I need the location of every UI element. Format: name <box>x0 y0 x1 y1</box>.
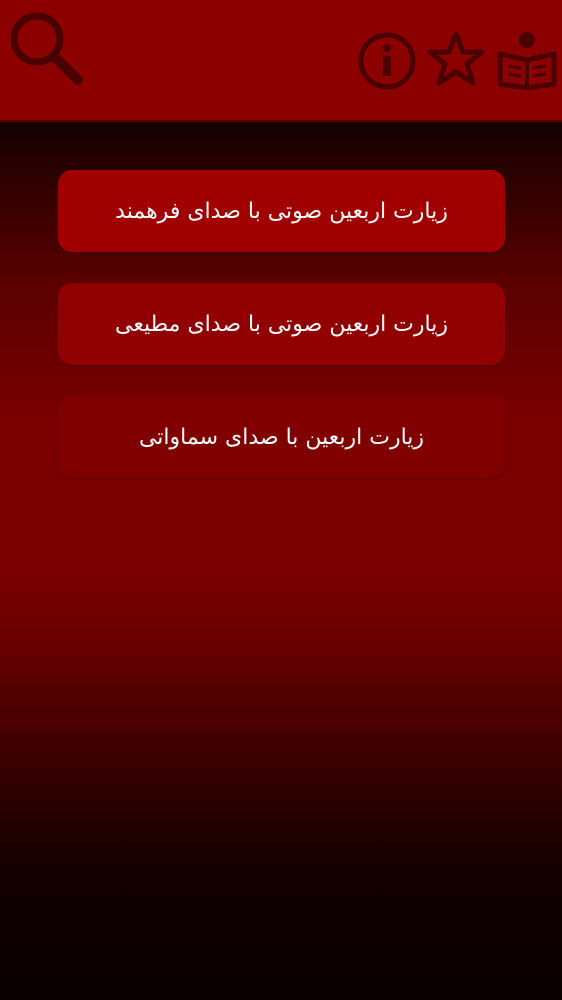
search-icon[interactable] <box>6 8 86 86</box>
menu-button-motiei[interactable]: زیارت اربعین صوتی با صدای مطیعی <box>58 283 505 365</box>
menu-button-farahmand[interactable]: زیارت اربعین صوتی با صدای فرهمند <box>58 170 505 252</box>
info-icon[interactable] <box>357 31 417 91</box>
top-toolbar <box>0 0 562 122</box>
menu-button-label: زیارت اربعین با صدای سماواتی <box>138 424 425 450</box>
audio-menu: زیارت اربعین صوتی با صدای فرهمند زیارت ا… <box>58 170 505 509</box>
menu-button-samavati[interactable]: زیارت اربعین با صدای سماواتی <box>58 396 505 478</box>
menu-button-label: زیارت اربعین صوتی با صدای فرهمند <box>115 198 448 224</box>
star-icon[interactable] <box>426 30 486 90</box>
book-reader-icon[interactable] <box>496 30 558 90</box>
menu-button-label: زیارت اربعین صوتی با صدای مطیعی <box>115 311 448 337</box>
